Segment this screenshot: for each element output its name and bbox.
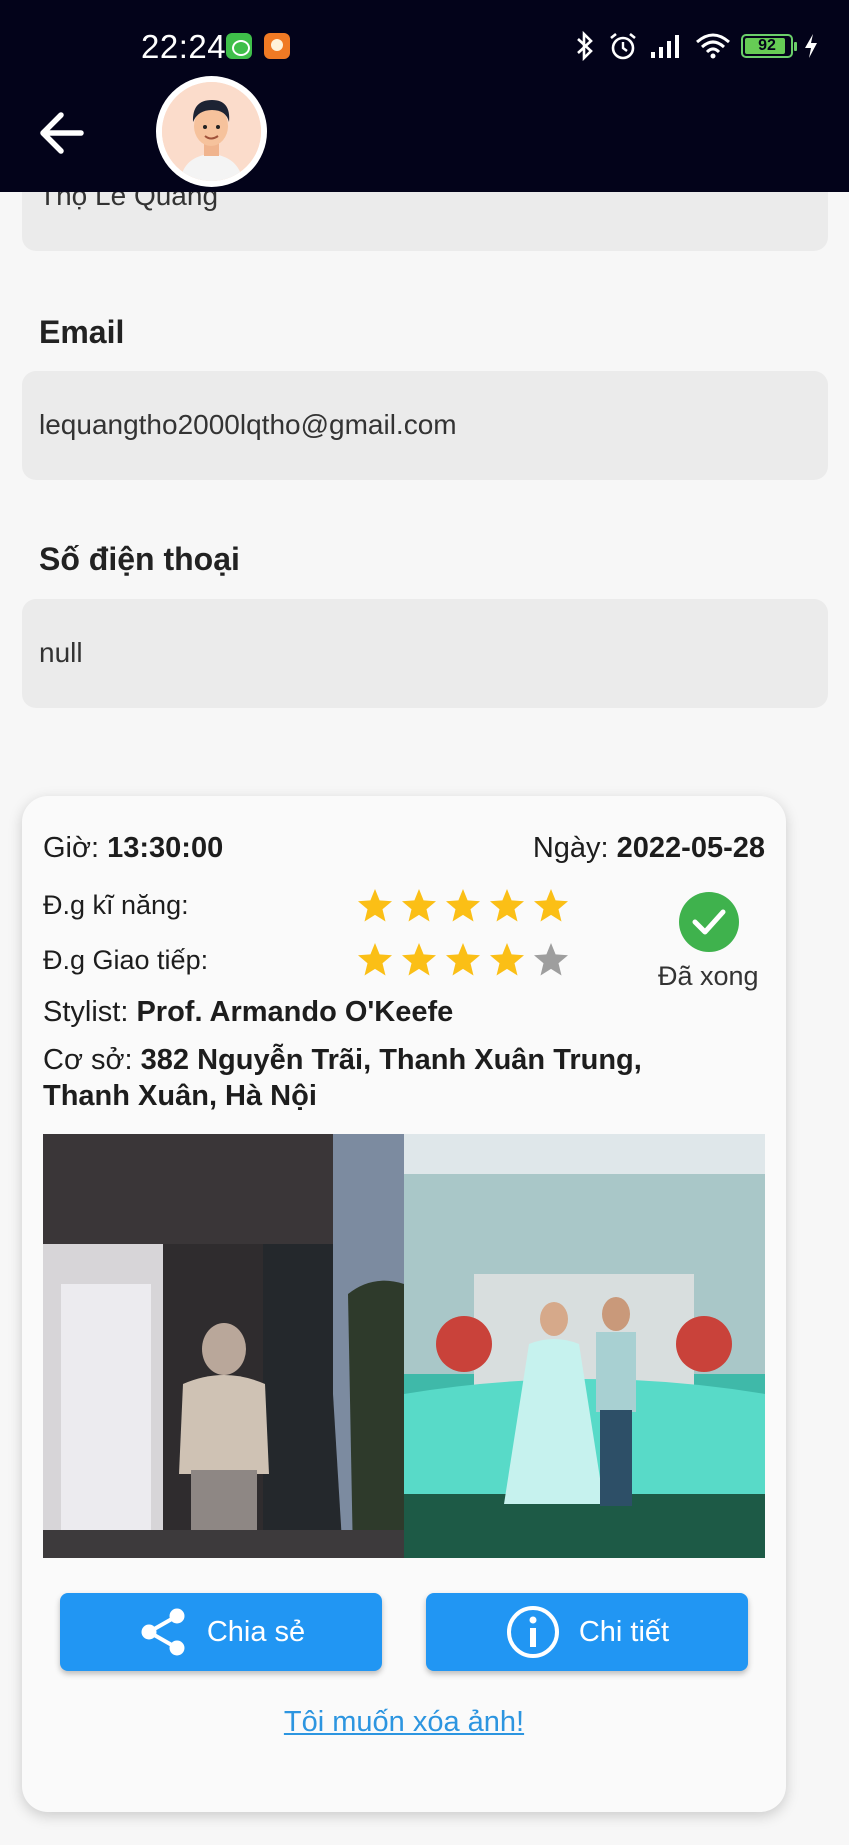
share-button-label: Chia sẻ [206,1615,306,1648]
phone-label: Số điện thoại [39,541,240,577]
booking-card: Giờ: 13:30:00 Ngày: 2022-05-28 Đ.g kĩ nă… [22,796,786,1812]
after-photo[interactable] [404,1134,765,1558]
communication-rating-label: Đ.g Giao tiếp: [43,945,209,975]
location-row: Cơ sở: 382 Nguyễn Trãi, Thanh Xuân Trung… [43,1044,642,1077]
location-row-2: Thanh Xuân, Hà Nội [43,1080,317,1113]
phone-field[interactable]: null [22,599,828,708]
detail-button[interactable]: Chi tiết [426,1593,748,1671]
star-icon [446,889,480,922]
check-circle-icon [679,892,739,952]
date-label: Ngày: [532,832,609,864]
star-icon [446,943,480,976]
star-icon [534,943,568,976]
star-icon [490,943,524,976]
share-icon [141,1608,185,1656]
time-row: Giờ: 13:30:00 [43,832,223,865]
notification-app-icon [226,33,252,59]
wifi-icon [696,33,730,59]
bluetooth-icon [577,30,593,62]
communication-rating-stars [356,941,570,979]
email-field[interactable]: lequangtho2000lqtho@gmail.com [22,371,828,480]
star-icon [358,943,392,976]
status-bar: 22:24 92 [0,0,849,94]
alarm-icon [610,32,636,60]
star-icon [534,889,568,922]
system-icons: 92 [573,28,819,64]
phone-value: null [39,637,83,668]
star-icon [358,889,392,922]
email-value: lequangtho2000lqtho@gmail.com [39,409,457,440]
avatar-illustration [162,82,261,181]
notification-app-icon-2 [264,33,290,59]
location-value-line2: Thanh Xuân, Hà Nội [43,1080,317,1112]
stylist-row: Stylist: Prof. Armando O'Keefe [43,996,453,1029]
stylist-value: Prof. Armando O'Keefe [136,996,454,1028]
star-icon [490,889,524,922]
signal-icon [651,35,679,58]
battery-level: 92 [758,37,776,54]
avatar[interactable] [156,76,267,187]
location-value-line1: 382 Nguyễn Trãi, Thanh Xuân Trung, [140,1044,642,1076]
email-label: Email [39,314,125,350]
star-icon [402,889,436,922]
app-header: 22:24 92 [0,0,849,192]
date-row: Ngày: 2022-05-28 [533,832,765,865]
battery-icon: 92 [741,34,797,58]
delete-photo-link[interactable]: Tôi muốn xóa ảnh! [22,1706,786,1739]
stylist-label: Stylist: [43,996,129,1028]
detail-button-label: Chi tiết [578,1615,670,1648]
skill-rating-label: Đ.g kĩ năng: [43,890,189,920]
skill-rating-stars [356,887,570,925]
photo-gallery [43,1134,765,1558]
before-photo[interactable] [43,1134,404,1558]
back-button[interactable] [34,106,88,160]
date-value: 2022-05-28 [616,832,765,864]
info-icon [506,1606,559,1658]
location-label: Cơ sở: [43,1044,133,1076]
back-arrow-icon [40,112,84,154]
status-badge: Đã xong [658,961,759,991]
star-icon [402,943,436,976]
time-label: Giờ: [43,832,100,864]
time-value: 13:30:00 [107,832,224,864]
charging-icon [805,34,817,58]
status-time: 22:24 [141,28,227,65]
share-button[interactable]: Chia sẻ [60,1593,382,1671]
